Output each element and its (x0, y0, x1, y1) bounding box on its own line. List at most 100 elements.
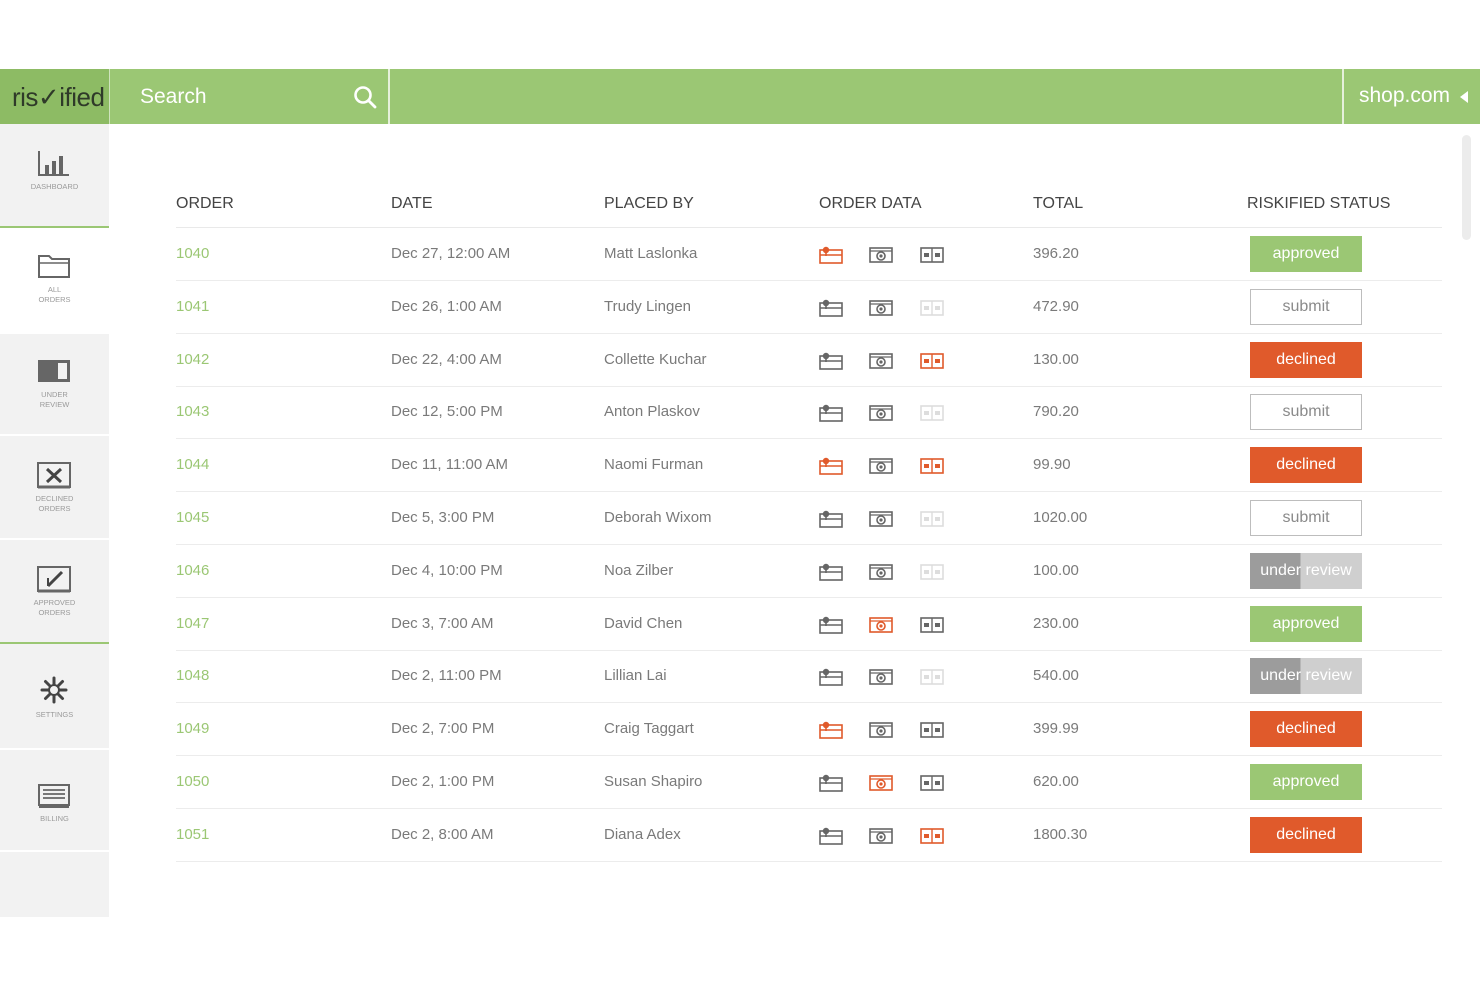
location-card-icon[interactable] (819, 299, 843, 317)
shipping-icon[interactable] (920, 246, 944, 264)
order-id[interactable]: 1049 (176, 720, 209, 737)
location-card-icon[interactable] (819, 457, 843, 475)
sidebar-item-declined-orders[interactable]: DECLINED ORDERS (0, 436, 109, 540)
scrollbar[interactable] (1462, 135, 1471, 240)
sidebar-item-dashboard[interactable]: DASHBOARD (0, 124, 109, 228)
order-date: Dec 22, 4:00 AM (391, 350, 502, 368)
camera-icon[interactable] (869, 457, 893, 475)
status-approved-button[interactable]: approved (1250, 605, 1362, 642)
location-card-icon[interactable] (819, 404, 843, 423)
table-row[interactable]: 1044 Dec 11, 11:00 AM Naomi Furman 99.90 dec… (176, 439, 1442, 493)
camera-icon[interactable] (869, 404, 893, 422)
status-declined-button[interactable]: declined (1250, 447, 1362, 484)
gear-icon (40, 676, 68, 704)
location-card-icon[interactable] (819, 246, 843, 264)
camera-icon[interactable] (869, 563, 893, 581)
location-card-icon[interactable] (819, 721, 843, 739)
shipping-icon[interactable] (920, 616, 944, 634)
table-row[interactable]: 1043 Dec 12, 5:00 PM Anton Plaskov 790.20 su… (176, 386, 1442, 440)
order-total: 472.90 (1033, 297, 1079, 315)
search-icon[interactable] (353, 85, 377, 109)
shop-selector[interactable]: shop.com (1342, 69, 1480, 124)
shipping-icon[interactable] (920, 510, 944, 528)
camera-icon[interactable] (869, 721, 893, 739)
logo[interactable]: ris✓ified (0, 69, 110, 124)
table-row[interactable]: 1047 Dec 3, 7:00 AM David Chen 230.00 approv… (176, 598, 1442, 651)
sidebar-item-settings[interactable]: SETTINGS (0, 644, 109, 750)
table-row[interactable]: 1045 Dec 5, 3:00 PM Deborah Wixom 1020.00 su… (176, 492, 1442, 545)
location-card-icon[interactable] (819, 352, 843, 370)
shipping-icon[interactable] (920, 721, 944, 739)
column-header-order-data: ORDER DATA (819, 195, 922, 212)
table-row[interactable]: 1048 Dec 2, 11:00 PM Lillian Lai 540.00 unde… (176, 650, 1442, 704)
order-id[interactable]: 1041 (176, 298, 209, 315)
camera-icon[interactable] (869, 827, 893, 845)
order-id[interactable]: 1042 (176, 351, 209, 368)
sidebar-item-label: ALL ORDERS (38, 285, 71, 304)
status-review-button[interactable]: under review (1250, 552, 1362, 589)
location-card-icon[interactable] (819, 510, 843, 528)
sidebar-item-billing[interactable]: BILLING (0, 750, 109, 852)
status-approved-button[interactable]: approved (1250, 764, 1362, 800)
location-card-icon[interactable] (819, 616, 843, 634)
column-header-total[interactable]: TOTAL (1033, 195, 1083, 213)
camera-icon[interactable] (869, 299, 893, 317)
column-header-riskified-status[interactable]: RISKIFIED STATUS (1247, 195, 1390, 213)
billing-icon (38, 784, 70, 808)
shipping-icon[interactable] (920, 457, 944, 475)
review-icon (38, 360, 70, 382)
status-declined-button[interactable]: declined (1250, 816, 1362, 853)
order-id[interactable]: 1048 (176, 667, 209, 684)
status-submit-button[interactable]: submit (1250, 394, 1362, 431)
shop-name: shop.com (1359, 84, 1451, 107)
location-card-icon[interactable] (819, 774, 843, 792)
order-id[interactable]: 1046 (176, 562, 209, 579)
status-declined-button[interactable]: declined (1250, 341, 1362, 378)
sidebar-item-all-orders[interactable]: ALL ORDERS (0, 228, 109, 334)
shipping-icon[interactable] (920, 774, 944, 792)
location-card-icon[interactable] (819, 563, 843, 581)
status-approved-button[interactable]: approved (1250, 236, 1362, 272)
location-card-icon[interactable] (819, 668, 843, 687)
status-review-button[interactable]: under review (1250, 658, 1362, 695)
order-id[interactable]: 1045 (176, 509, 209, 526)
status-declined-button[interactable]: declined (1250, 711, 1362, 748)
location-card-icon[interactable] (819, 827, 843, 845)
sidebar-item-approved-orders[interactable]: APPROVED ORDERS (0, 540, 109, 644)
column-header-date[interactable]: DATE (391, 195, 432, 213)
table-row[interactable]: 1041 Dec 26, 1:00 AM Trudy Lingen 472.90 sub… (176, 281, 1442, 334)
camera-icon[interactable] (869, 774, 893, 792)
order-id[interactable]: 1047 (176, 615, 209, 632)
table-row[interactable]: 1040 Dec 27, 12:00 AM Matt Laslonka 396.20 a… (176, 228, 1442, 281)
search-input[interactable] (140, 83, 350, 111)
camera-icon[interactable] (869, 246, 893, 264)
table-row[interactable]: 1049 Dec 2, 7:00 PM Craig Taggart 399.99 dec… (176, 703, 1442, 757)
status-submit-button[interactable]: submit (1250, 500, 1362, 536)
order-id[interactable]: 1044 (176, 456, 209, 473)
order-id[interactable]: 1050 (176, 773, 209, 790)
shipping-icon[interactable] (920, 352, 944, 370)
shipping-icon[interactable] (920, 404, 944, 422)
placed-by: Susan Shapiro (604, 773, 703, 790)
order-id[interactable]: 1043 (176, 403, 209, 420)
shipping-icon[interactable] (920, 668, 944, 686)
shipping-icon[interactable] (920, 299, 944, 317)
order-id[interactable]: 1051 (176, 826, 209, 843)
column-header-order[interactable]: ORDER (176, 195, 234, 213)
shipping-icon[interactable] (920, 827, 944, 845)
table-row[interactable]: 1042 Dec 22, 4:00 AM Collette Kuchar 130.00… (176, 334, 1442, 387)
camera-icon[interactable] (869, 352, 893, 370)
placed-by: Deborah Wixom (604, 509, 712, 526)
column-header-placed-by[interactable]: PLACED BY (604, 195, 694, 213)
camera-icon[interactable] (869, 668, 893, 686)
camera-icon[interactable] (869, 616, 893, 634)
order-id[interactable]: 1040 (176, 245, 209, 262)
table-row[interactable]: 1051 Dec 2, 8:00 AM Diana Adex 1800.30 decli… (176, 809, 1442, 862)
shipping-icon[interactable] (920, 563, 944, 581)
table-row[interactable]: 1046 Dec 4, 10:00 PM Noa Zilber 100.00 under… (176, 545, 1442, 598)
placed-by: David Chen (604, 614, 683, 632)
camera-icon[interactable] (869, 510, 893, 528)
status-submit-button[interactable]: submit (1250, 288, 1362, 325)
sidebar-item-under-review[interactable]: UNDER REVIEW (0, 334, 109, 436)
table-row[interactable]: 1050 Dec 2, 1:00 PM Susan Shapiro 620.00 app… (176, 756, 1442, 809)
